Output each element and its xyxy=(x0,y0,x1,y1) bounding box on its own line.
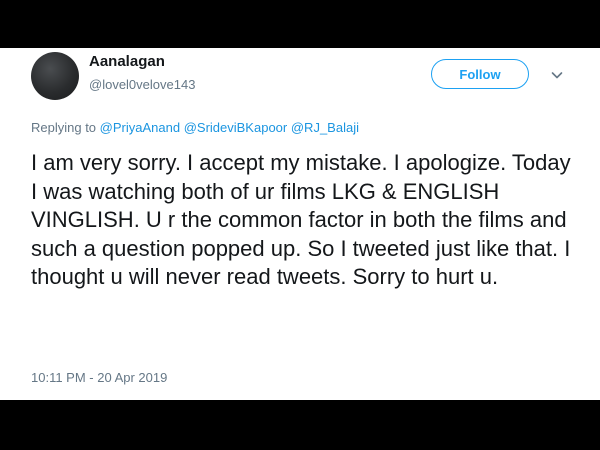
tweet-card: Aanalagan @lovel0velove143 Follow Replyi… xyxy=(0,48,600,400)
chevron-down-icon[interactable] xyxy=(550,68,564,82)
mention-link[interactable]: @PriyaAnand xyxy=(100,120,180,135)
tweet-timestamp[interactable]: 10:11 PM - 20 Apr 2019 xyxy=(31,370,167,385)
screenshot-frame: Aanalagan @lovel0velove143 Follow Replyi… xyxy=(0,0,600,450)
tweet-text: I am very sorry. I accept my mistake. I … xyxy=(31,150,571,289)
mention-link[interactable]: @SrideviBKapoor xyxy=(184,120,288,135)
follow-button[interactable]: Follow xyxy=(431,59,529,89)
avatar[interactable] xyxy=(31,52,79,100)
replying-to-line: Replying to @PriyaAnand @SrideviBKapoor … xyxy=(31,120,359,135)
user-handle[interactable]: @lovel0velove143 xyxy=(89,77,195,92)
display-name[interactable]: Aanalagan xyxy=(89,53,165,70)
mention-link[interactable]: @RJ_Balaji xyxy=(291,120,359,135)
replying-to-label: Replying to xyxy=(31,120,97,135)
